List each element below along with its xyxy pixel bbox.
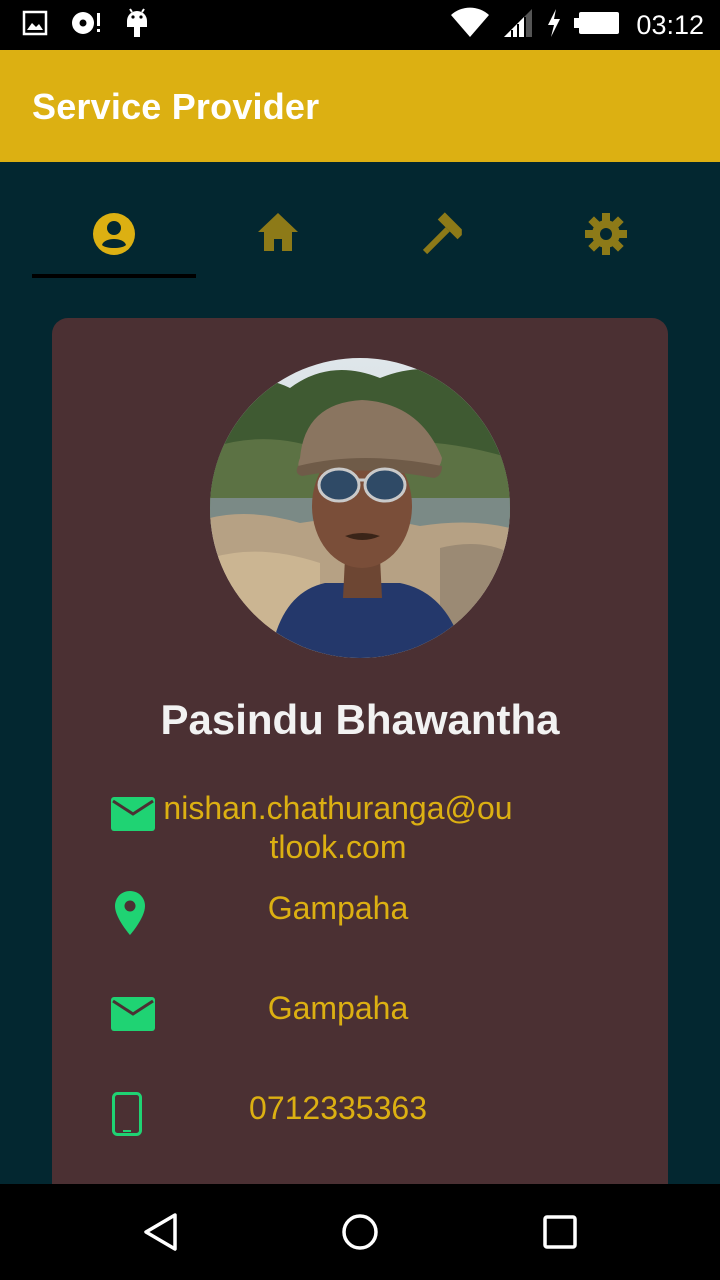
home-circle-icon[interactable]: [340, 1212, 380, 1257]
image-icon: [22, 10, 48, 41]
tab-profile[interactable]: [32, 192, 196, 278]
phone-value: 0712335363: [249, 1090, 427, 1126]
account-circle-icon: [93, 213, 135, 255]
location-pin-icon: [114, 890, 146, 941]
avatar[interactable]: [210, 358, 510, 658]
phone-icon: [112, 1092, 142, 1141]
email-icon: [110, 796, 156, 837]
status-bar: 03:12: [0, 0, 720, 50]
tab-settings[interactable]: [524, 192, 688, 278]
address-mail-icon: [110, 996, 156, 1037]
profile-name: Pasindu Bhawantha: [160, 696, 560, 743]
navigation-bar: [0, 1184, 720, 1280]
location-value: Gampaha: [267, 890, 409, 926]
wifi-icon: [450, 7, 490, 44]
status-time: 03:12: [636, 9, 704, 40]
charging-icon: [546, 8, 562, 43]
hammer-icon: [422, 212, 462, 255]
profile-card: Pasindu Bhawantha nishan.chathuranga@out…: [52, 318, 668, 1218]
gear-icon: [585, 213, 627, 255]
recents-icon[interactable]: [542, 1212, 578, 1257]
home-icon: [258, 213, 298, 251]
avatar-photo: [210, 358, 510, 658]
app-title: Service Provider: [32, 86, 320, 127]
tab-tools[interactable]: [360, 192, 524, 278]
signal-icon: [502, 7, 534, 44]
tab-bar: [32, 192, 688, 278]
battery-icon: [574, 11, 620, 40]
address-value: Gampaha: [267, 990, 409, 1026]
email-value: nishan.chathuranga@outlook.com: [163, 790, 513, 865]
tab-home[interactable]: [196, 192, 360, 278]
disc-icon: [70, 9, 102, 42]
app-bar: Service Provider: [0, 50, 720, 162]
back-icon[interactable]: [142, 1212, 180, 1257]
android-icon: [124, 7, 150, 44]
